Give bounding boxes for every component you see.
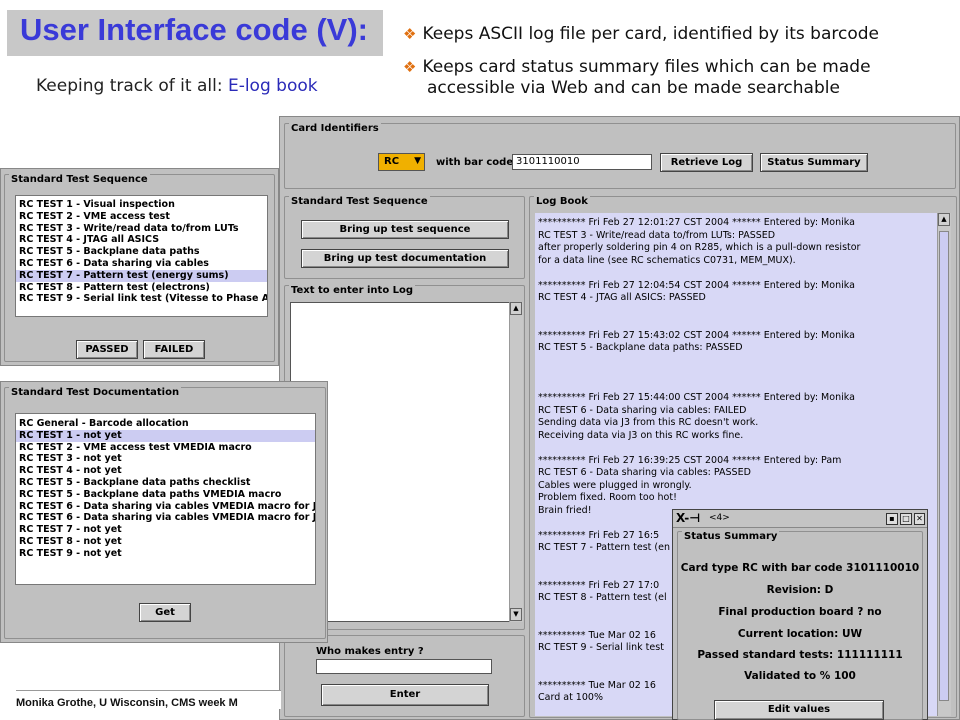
bullet-ascii-log: ❖ Keeps ASCII log file per card, identifi… — [403, 24, 879, 44]
log-book-scrollbar[interactable]: ▲ — [937, 213, 951, 716]
test-sequence-group: Standard Test Sequence RC TEST 1 - Visua… — [4, 174, 275, 362]
list-item[interactable]: RC TEST 2 - VME access test — [16, 211, 267, 223]
status-passed-tests: Passed standard tests: 111111111 — [697, 649, 903, 661]
standard-test-sequence-group: Standard Test Sequence Bring up test seq… — [284, 196, 525, 279]
list-item[interactable]: RC TEST 2 - VME access test VMEDIA macro — [16, 442, 315, 454]
log-line: RC TEST 6 - Data sharing via cables: FAI… — [538, 404, 747, 416]
footer-credit: Monika Grothe, U Wisconsin, CMS week M — [16, 690, 281, 709]
enter-button[interactable]: Enter — [321, 684, 489, 706]
log-line: after properly soldering pin 4 on R285, … — [538, 242, 861, 253]
log-line: Problem fixed. Room too hot! — [538, 492, 677, 503]
list-item[interactable]: RC TEST 7 - not yet — [16, 524, 315, 536]
status-validated: Validated to % 100 — [744, 670, 856, 682]
subtitle-prefix: Keeping track of it all: — [36, 76, 228, 96]
list-item[interactable]: RC TEST 4 - JTAG all ASICS — [16, 234, 267, 246]
status-window-titlebar[interactable]: X-⊣ <4> ▪ □ ✕ — [673, 510, 927, 528]
scroll-up-icon[interactable]: ▲ — [510, 302, 522, 315]
status-revision: Revision: D — [766, 584, 834, 596]
list-item[interactable]: RC TEST 8 - not yet — [16, 536, 315, 548]
scroll-up-icon[interactable]: ▲ — [938, 213, 950, 226]
log-line: Sending data via J3 from this RC doesn't… — [538, 417, 759, 428]
subtitle-highlight: E-log book — [227, 76, 318, 96]
diamond-bullet-icon: ❖ — [403, 25, 417, 43]
test-documentation-window: Standard Test Documentation RC General -… — [0, 381, 328, 643]
test-sequence-items: RC TEST 1 - Visual inspection RC TEST 2 -… — [16, 199, 267, 305]
list-item[interactable]: RC TEST 9 - not yet — [16, 548, 315, 560]
who-makes-entry-group: Who makes entry ? Enter — [284, 635, 525, 717]
dropdown-arrow-icon: ▼ — [414, 156, 421, 166]
log-line: RC TEST 6 - Data sharing via cables: PAS… — [538, 467, 751, 478]
close-icon[interactable]: ✕ — [914, 513, 925, 525]
status-summary-button[interactable]: Status Summary — [760, 153, 868, 172]
window-menu-icon[interactable]: X-⊣ — [676, 511, 700, 525]
who-makes-entry-label: Who makes entry ? — [316, 646, 424, 657]
list-item[interactable]: RC TEST 6 - Data sharing via cables VMED… — [16, 501, 315, 513]
bring-up-documentation-button[interactable]: Bring up test documentation — [301, 249, 509, 268]
list-item[interactable]: RC TEST 7 - Pattern test (energy sums) — [16, 269, 267, 282]
card-type-combo[interactable]: RC ▼ — [378, 153, 425, 171]
bullet-status-summary: ❖ Keeps card status summary files which c… — [403, 57, 871, 98]
log-line: Receiving data via J3 on this RC works f… — [538, 429, 744, 441]
list-item[interactable]: RC TEST 8 - Pattern test (electrons) — [16, 282, 267, 294]
list-item[interactable]: RC General - Barcode allocation — [16, 418, 315, 430]
list-item[interactable]: RC TEST 3 - not yet — [16, 453, 315, 465]
status-window-title: <4> — [709, 513, 730, 523]
log-line: RC TEST 5 - Backplane data paths: PASSED — [538, 342, 743, 353]
status-summary-group: Status Summary Card type RC with bar cod… — [677, 531, 923, 720]
list-item[interactable]: RC TEST 3 - Write/read data to/from LUTs — [16, 223, 267, 235]
edit-values-button[interactable]: Edit values — [714, 700, 884, 720]
test-sequence-window: Standard Test Sequence RC TEST 1 - Visua… — [0, 168, 279, 366]
card-identifiers-group: Card Identifiers RC ▼ with bar code 31011… — [284, 123, 956, 189]
log-line: ********** Fri Feb 27 15:43:02 CST 2004 … — [538, 329, 855, 341]
status-summary-window: X-⊣ <4> ▪ □ ✕ Status Summary Card type R… — [672, 509, 928, 720]
passed-button[interactable]: PASSED — [76, 340, 138, 359]
test-documentation-group: Standard Test Documentation RC General -… — [4, 387, 326, 639]
barcode-prompt: with bar code — [436, 157, 514, 168]
get-button[interactable]: Get — [139, 603, 191, 622]
log-line: ********** Fri Feb 27 16:39:25 CST 2004 … — [538, 454, 842, 466]
status-card-type: Card type RC with bar code 3101110010 — [680, 562, 920, 574]
scroll-down-icon[interactable]: ▼ — [510, 608, 522, 621]
log-line: RC TEST 3 - Write/read data to/from LUTs… — [538, 229, 776, 241]
slide-subtitle: Keeping track of it all: E-log book — [36, 76, 318, 96]
minimize-icon[interactable]: ▪ — [886, 513, 898, 525]
log-line: Cables were plugged in wrongly. — [538, 479, 692, 491]
diamond-bullet-icon: ❖ — [403, 58, 417, 76]
barcode-input[interactable]: 3101110010 — [512, 154, 652, 170]
list-item[interactable]: RC TEST 1 - Visual inspection — [16, 199, 267, 211]
log-line: RC TEST 4 - JTAG all ASICS: PASSED — [538, 292, 706, 303]
list-item[interactable]: RC TEST 5 - Backplane data paths — [16, 246, 267, 258]
test-documentation-items: RC General - Barcode allocation RC TEST 1… — [16, 418, 315, 560]
log-line: for a data line (see RC schematics C0731… — [538, 254, 796, 266]
log-line: ********** Fri Feb 27 15:44:00 CST 2004 … — [538, 392, 855, 403]
log-line: ********** Fri Feb 27 12:04:54 CST 2004 … — [538, 279, 855, 291]
retrieve-log-button[interactable]: Retrieve Log — [660, 153, 753, 172]
list-item[interactable]: RC TEST 5 - Backplane data paths VMEDIA … — [16, 489, 315, 501]
maximize-icon[interactable]: □ — [900, 513, 912, 525]
list-item[interactable]: RC TEST 6 - Data sharing via cables — [16, 258, 267, 270]
text-area-scrollbar[interactable]: ▲ ▼ — [509, 302, 523, 622]
scroll-thumb[interactable] — [939, 231, 949, 701]
list-item[interactable]: RC TEST 6 - Data sharing via cables VMED… — [16, 512, 315, 524]
status-final-production: Final production board ? no — [718, 606, 882, 618]
who-makes-entry-input[interactable] — [316, 659, 492, 674]
test-sequence-list[interactable]: RC TEST 1 - Visual inspection RC TEST 2 -… — [15, 195, 268, 317]
log-line: ********** Fri Feb 27 12:01:27 CST 2004 … — [538, 217, 855, 228]
failed-button[interactable]: FAILED — [143, 340, 205, 359]
list-item[interactable]: RC TEST 9 - Serial link test (Vitesse to… — [16, 293, 267, 305]
status-location: Current location: UW — [737, 628, 863, 640]
test-documentation-list[interactable]: RC General - Barcode allocation RC TEST 1… — [15, 413, 316, 585]
slide-title: User Interface code (V): — [7, 10, 383, 56]
list-item[interactable]: RC TEST 4 - not yet — [16, 465, 315, 477]
list-item[interactable]: RC TEST 1 - not yet — [16, 429, 315, 442]
list-item[interactable]: RC TEST 5 - Backplane data paths checkli… — [16, 477, 315, 489]
bring-up-sequence-button[interactable]: Bring up test sequence — [301, 220, 509, 239]
